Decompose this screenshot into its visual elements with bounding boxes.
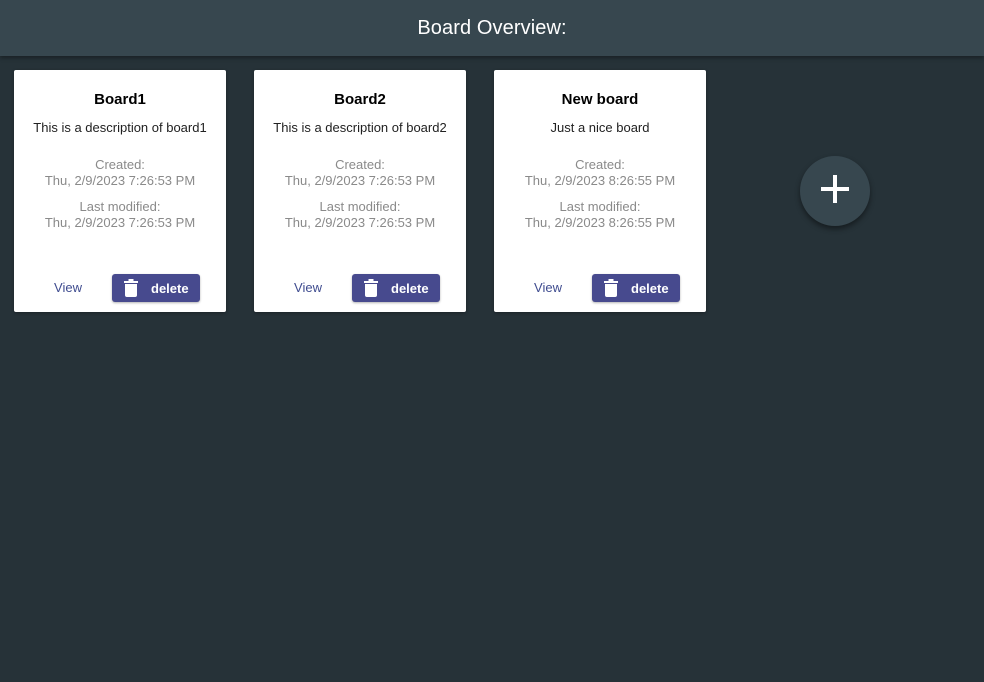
created-date: Thu, 2/9/2023 7:26:53 PM <box>44 173 196 188</box>
delete-button[interactable]: delete <box>112 274 200 302</box>
page-title: Board Overview: <box>417 16 567 39</box>
delete-label: delete <box>631 280 669 296</box>
trash-icon <box>604 279 618 297</box>
delete-label: delete <box>151 280 189 296</box>
board-description: This is a description of board1 <box>33 120 207 135</box>
delete-button[interactable]: delete <box>352 274 440 302</box>
board-title: Board2 <box>334 91 386 108</box>
delete-label: delete <box>391 280 429 296</box>
view-button[interactable]: View <box>522 274 574 302</box>
created-label: Created: <box>95 157 145 172</box>
trash-icon <box>124 279 138 297</box>
board-card: New board Just a nice board Created: Thu… <box>494 70 706 312</box>
created-date: Thu, 2/9/2023 7:26:53 PM <box>284 173 436 188</box>
plus-icon <box>819 173 851 210</box>
board-list: Board1 This is a description of board1 C… <box>14 70 706 312</box>
modified-label: Last modified: <box>79 199 161 214</box>
created-label: Created: <box>335 157 385 172</box>
board-description: Just a nice board <box>550 120 650 135</box>
modified-date: Thu, 2/9/2023 7:26:53 PM <box>284 215 436 230</box>
board-description: This is a description of board2 <box>273 120 447 135</box>
trash-icon <box>364 279 378 297</box>
view-button[interactable]: View <box>42 274 94 302</box>
board-card: Board1 This is a description of board1 C… <box>14 70 226 312</box>
modified-date: Thu, 2/9/2023 7:26:53 PM <box>44 215 196 230</box>
view-button[interactable]: View <box>282 274 334 302</box>
delete-button[interactable]: delete <box>592 274 680 302</box>
modified-date: Thu, 2/9/2023 8:26:55 PM <box>524 215 676 230</box>
board-title: New board <box>561 91 639 108</box>
app-header: Board Overview: <box>0 0 984 56</box>
board-card: Board2 This is a description of board2 C… <box>254 70 466 312</box>
board-title: Board1 <box>94 91 146 108</box>
created-label: Created: <box>575 157 625 172</box>
add-board-button[interactable] <box>800 156 870 226</box>
modified-label: Last modified: <box>559 199 641 214</box>
created-date: Thu, 2/9/2023 8:26:55 PM <box>524 173 676 188</box>
modified-label: Last modified: <box>319 199 401 214</box>
